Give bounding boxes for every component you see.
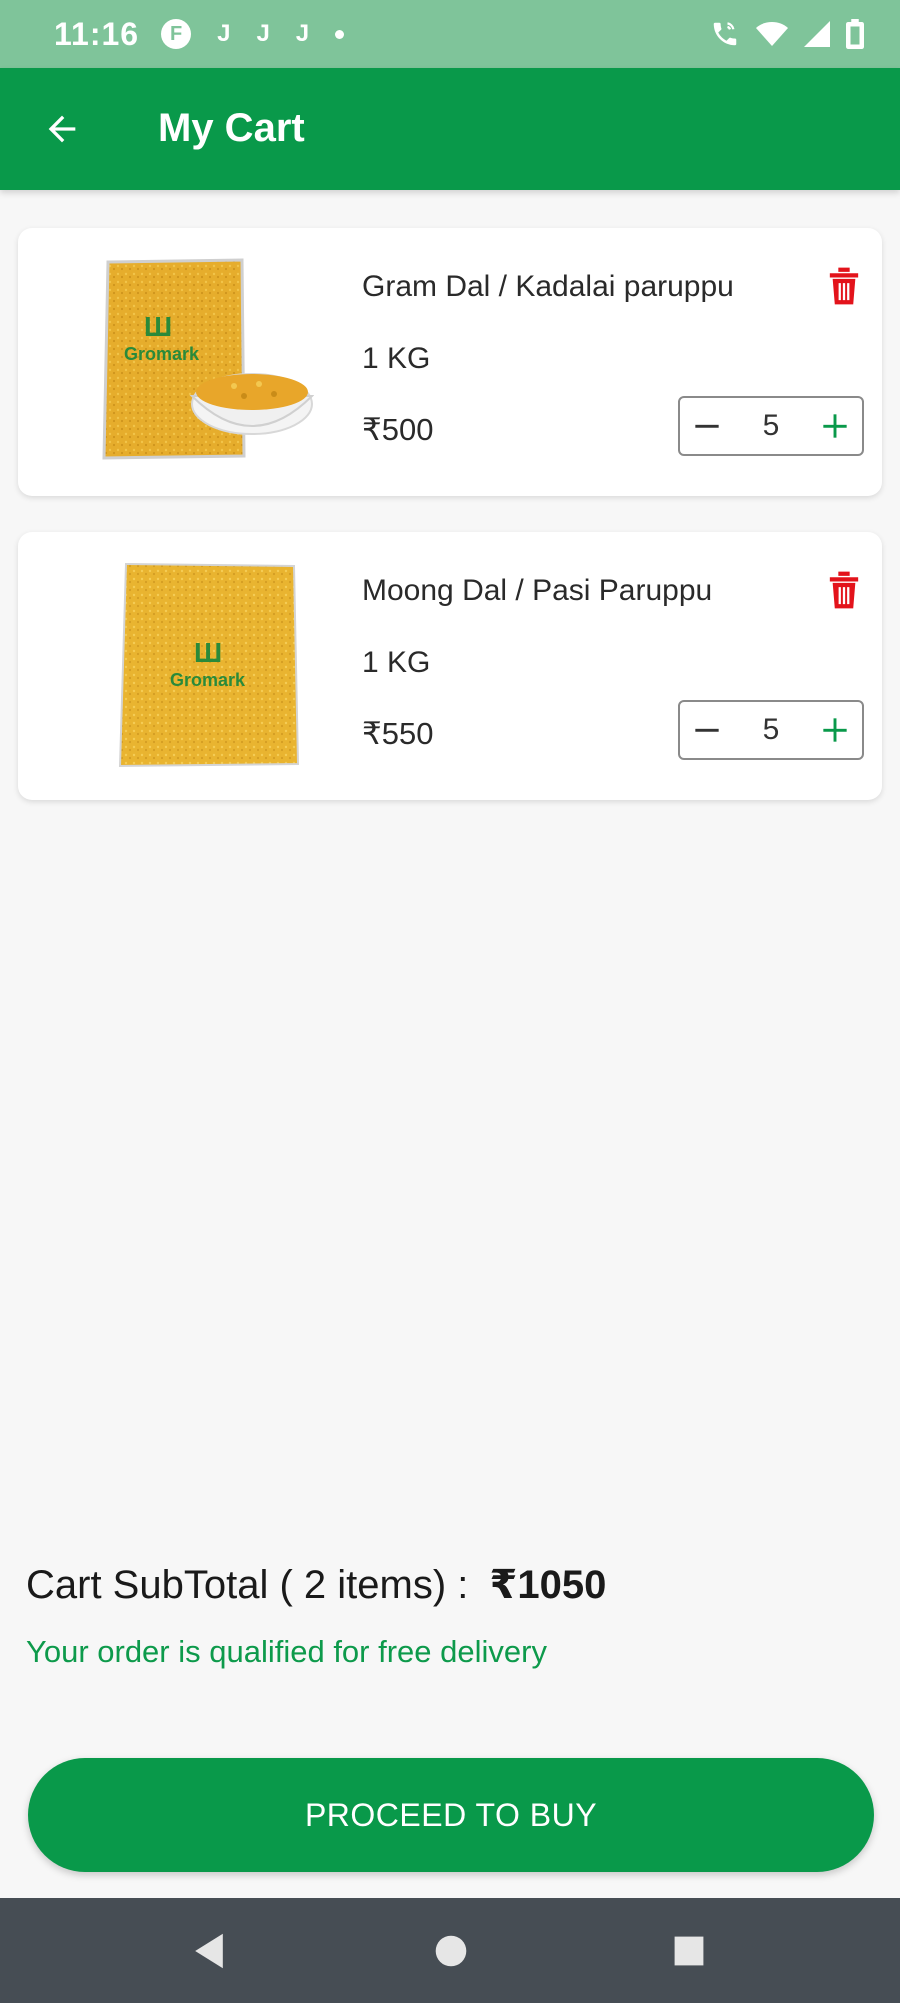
proceed-to-buy-button[interactable]: PROCEED TO BUY [28, 1758, 874, 1872]
circle-home-icon [435, 1935, 467, 1967]
cart-item-card: Ш Gromark Moong Dal / Pasi Paruppu 1 KG … [18, 532, 882, 800]
signal-icon [804, 21, 830, 47]
product-name: Moong Dal / Pasi Paruppu [362, 574, 713, 607]
product-image: Ш Gromark [118, 562, 300, 768]
quantity-value: 5 [762, 409, 780, 442]
decrease-quantity-button[interactable] [680, 398, 734, 454]
increase-quantity-button[interactable] [808, 702, 862, 758]
quantity-stepper: 5 [678, 396, 864, 456]
quantity-value: 5 [762, 713, 780, 746]
plus-icon [823, 718, 847, 742]
increase-quantity-button[interactable] [808, 398, 862, 454]
trash-icon [829, 571, 859, 609]
subtotal-amount: ₹1050 [489, 1563, 607, 1607]
free-delivery-note: Your order is qualified for free deliver… [26, 1634, 547, 1669]
brand-label: Gromark [170, 670, 246, 690]
product-name: Gram Dal / Kadalai paruppu [362, 270, 734, 303]
wifi-icon [756, 22, 788, 46]
subtotal-label: Cart SubTotal ( 2 items) : [26, 1563, 469, 1607]
back-button[interactable] [34, 101, 90, 157]
wifi-calling-icon [713, 22, 737, 46]
notification-app-icon: F [161, 19, 192, 49]
delete-item-button[interactable] [824, 568, 864, 612]
square-recents-icon [674, 1936, 704, 1966]
decrease-quantity-button[interactable] [680, 702, 734, 758]
nav-back-button[interactable] [186, 1928, 232, 1974]
product-image: Ш Gromark [102, 258, 314, 460]
product-price: ₹550 [362, 716, 434, 751]
notification-icon: J [256, 20, 270, 47]
product-unit: 1 KG [362, 646, 431, 679]
status-time: 11:16 [54, 15, 140, 52]
product-price: ₹500 [362, 412, 434, 447]
more-notifications-dot-icon [335, 29, 345, 39]
minus-icon [695, 728, 719, 732]
trash-icon [829, 267, 859, 305]
triangle-back-icon [195, 1933, 223, 1969]
page-title: My Cart [158, 106, 305, 150]
delete-item-button[interactable] [824, 264, 864, 308]
notification-icons: F J J J [161, 19, 345, 49]
product-unit: 1 KG [362, 342, 431, 375]
system-navigation-bar [0, 1898, 900, 2003]
notification-icon: J [295, 20, 310, 47]
quantity-stepper: 5 [678, 700, 864, 760]
system-status-icons [710, 19, 864, 49]
nav-home-button[interactable] [428, 1928, 474, 1974]
arrow-left-icon [48, 115, 76, 143]
svg-text:Ш: Ш [194, 637, 222, 668]
app-bar: My Cart [0, 68, 900, 190]
nav-recents-button[interactable] [666, 1928, 712, 1974]
plus-icon [823, 414, 847, 438]
brand-label: Gromark [124, 344, 200, 364]
battery-icon [846, 19, 864, 49]
notification-icon: J [217, 20, 231, 47]
svg-text:Ш: Ш [144, 311, 172, 342]
status-bar: 11:16 F J J J [0, 0, 900, 68]
cart-item-card: Ш Gromark Gram Dal / Kadalai paruppu 1 K… [18, 228, 882, 496]
cart-subtotal: Cart SubTotal ( 2 items) : ₹1050 [26, 1562, 606, 1608]
minus-icon [695, 424, 719, 428]
